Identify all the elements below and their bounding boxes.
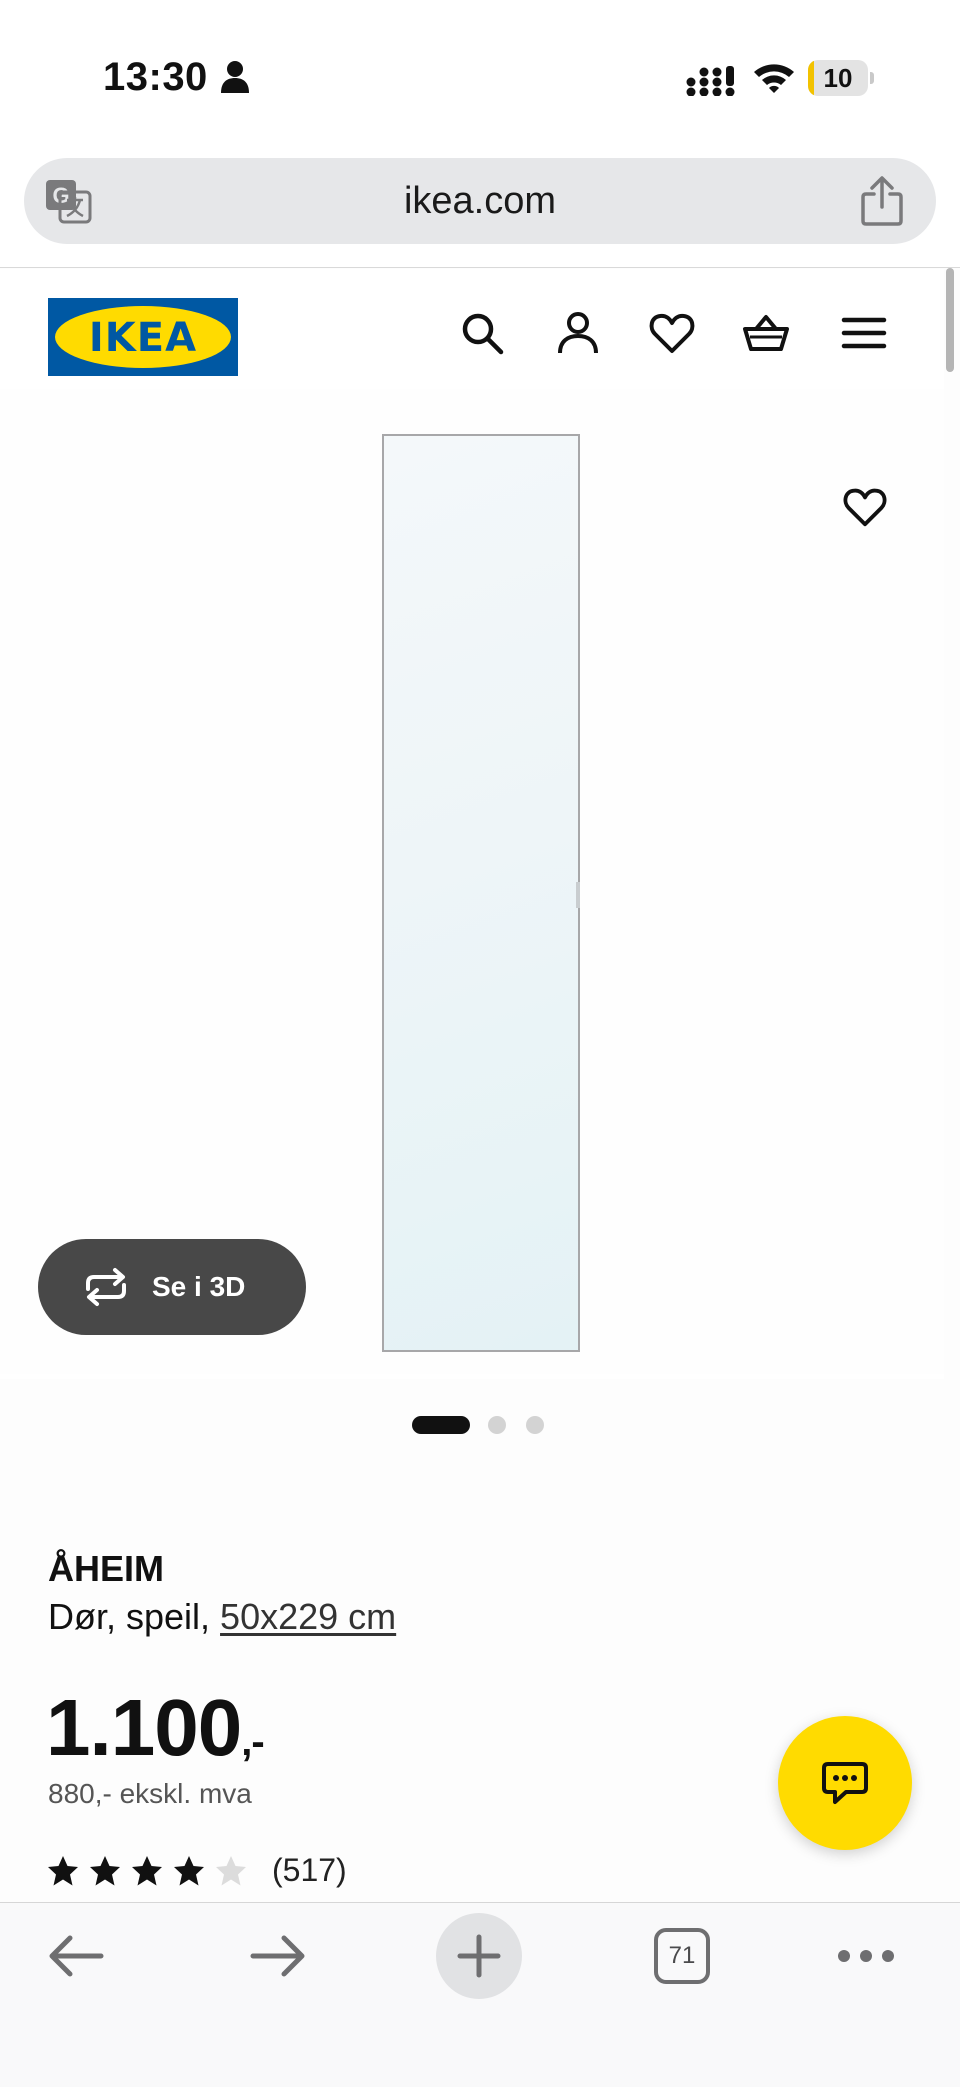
menu-icon[interactable] — [840, 309, 888, 357]
status-time: 13:30 — [103, 55, 208, 99]
person-icon — [221, 61, 249, 93]
chat-icon — [822, 1762, 868, 1804]
star-filled-icon — [174, 1856, 204, 1886]
star-filled-icon — [48, 1856, 78, 1886]
rotate-3d-icon — [86, 1268, 126, 1306]
tabs-overview-button[interactable]: 71 — [654, 1928, 710, 1984]
heart-icon[interactable] — [648, 309, 696, 357]
product-gallery[interactable]: Se i 3D — [0, 389, 944, 1434]
site-header: IKEA — [0, 269, 944, 389]
battery-level: 10 — [823, 63, 853, 93]
back-arrow-icon[interactable] — [46, 1931, 106, 1981]
star-filled-icon — [90, 1856, 120, 1886]
product-type: Dør, speil, — [48, 1596, 221, 1637]
cellular-signal-icon — [686, 66, 735, 96]
product-price: 1.100,- — [46, 1682, 265, 1774]
browser-toolbar: 71 — [0, 1902, 960, 2087]
address-bar[interactable]: G ikea.com — [24, 158, 936, 244]
battery-cap — [870, 72, 874, 84]
ikea-logo[interactable]: IKEA — [48, 298, 238, 376]
star-filled-icon — [132, 1856, 162, 1886]
product-description: Dør, speil, 50x229 cm — [48, 1596, 396, 1638]
battery-indicator: 10 — [808, 60, 874, 96]
mirror-door-image — [382, 434, 580, 1352]
product-size-link[interactable]: 50x229 cm — [220, 1596, 396, 1637]
battery-body: 10 — [808, 60, 868, 96]
star-empty-icon — [216, 1856, 246, 1886]
price-ex-vat: 880,- ekskl. mva — [48, 1778, 252, 1809]
search-icon[interactable] — [458, 309, 506, 357]
product-rating[interactable]: (517) — [46, 1850, 406, 1890]
price-value: 1.100 — [46, 1683, 242, 1772]
pagination-dot-active[interactable] — [412, 1416, 470, 1434]
view-in-3d-label: Se i 3D — [152, 1271, 246, 1302]
plus-icon — [457, 1934, 501, 1978]
review-count[interactable]: (517) — [272, 1850, 347, 1890]
pagination-dot[interactable] — [526, 1416, 544, 1434]
new-tab-button[interactable] — [436, 1913, 522, 1999]
ikea-logo-text: IKEA — [89, 315, 197, 361]
status-bar: 13:30 10 — [0, 0, 960, 150]
mirror-edge — [576, 882, 580, 908]
image-pagination-dots[interactable] — [412, 1413, 552, 1435]
price-suffix: ,- — [241, 1720, 264, 1764]
wifi-icon — [754, 64, 794, 93]
forward-arrow-icon[interactable] — [248, 1931, 308, 1981]
add-to-favourites-heart-icon[interactable] — [842, 484, 888, 530]
tabs-count: 71 — [668, 1942, 696, 1969]
browser-address-area: G ikea.com — [0, 150, 960, 268]
view-in-3d-button[interactable]: Se i 3D — [38, 1239, 306, 1335]
url-text[interactable]: ikea.com — [24, 158, 936, 244]
pagination-dot[interactable] — [488, 1416, 506, 1434]
share-icon[interactable] — [860, 176, 904, 226]
page-scrollbar[interactable] — [946, 268, 954, 372]
product-name: ÅHEIM — [48, 1548, 164, 1589]
account-icon[interactable] — [554, 309, 602, 357]
chat-button[interactable] — [778, 1716, 912, 1850]
product-image[interactable] — [0, 389, 944, 1374]
basket-icon[interactable] — [742, 309, 790, 357]
more-options-icon[interactable] — [836, 1941, 896, 1971]
